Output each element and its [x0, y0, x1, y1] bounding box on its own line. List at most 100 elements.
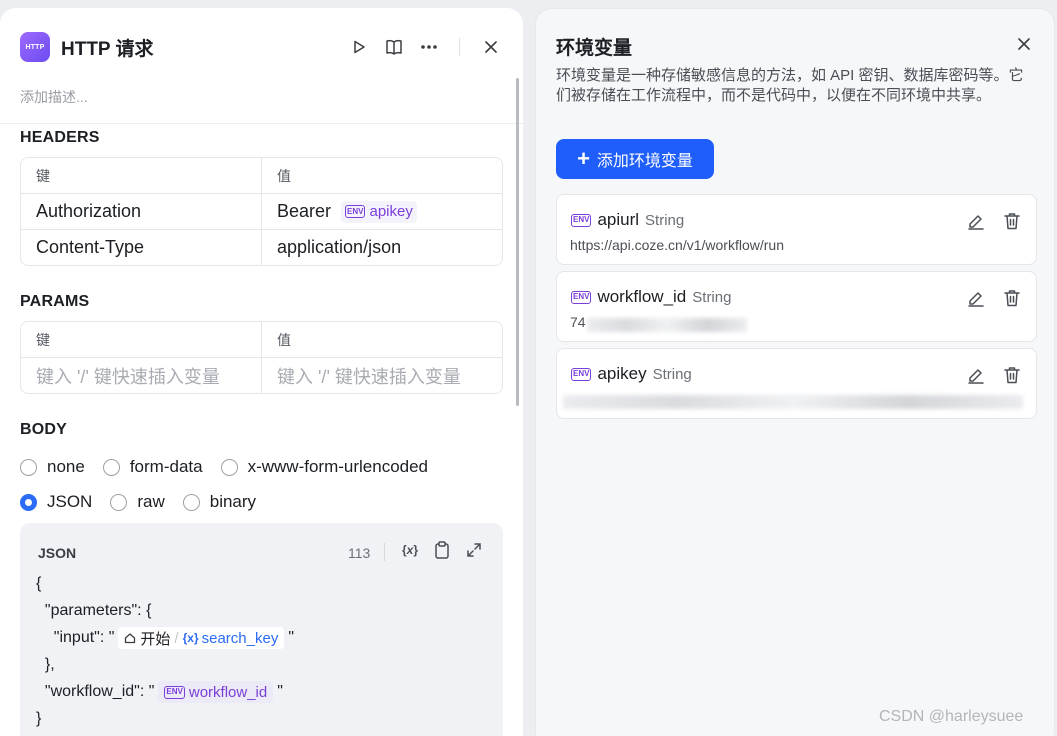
env-icon: ENV: [571, 213, 592, 227]
env-icon: ENV: [571, 290, 592, 304]
radio-label: form-data: [129, 457, 203, 476]
run-icon[interactable]: [347, 35, 371, 59]
variable-header: ENV apikey String: [571, 364, 692, 384]
radio-label: none: [47, 457, 85, 476]
add-env-variable-button[interactable]: + 添加环境变量: [556, 139, 714, 179]
headers-table: 键 值 Authorization Bearer ENV apikey Cont…: [20, 157, 503, 266]
radio-circle: [182, 493, 200, 511]
env-icon: ENV: [345, 205, 366, 218]
code-line: "parameters": {: [36, 602, 152, 619]
value-prefix: Bearer: [277, 201, 332, 221]
param-key-input[interactable]: 键入 '/' 键快速插入变量: [21, 358, 261, 393]
env-variable-tag[interactable]: ENV workflow_id: [158, 681, 274, 703]
delete-icon[interactable]: [1000, 209, 1024, 233]
body-type-options-row2: JSON raw binary: [20, 492, 274, 512]
env-icon: ENV: [164, 685, 185, 699]
variable-actions: [964, 286, 1036, 310]
panel-title: 环境变量: [556, 38, 633, 59]
variable-type: String: [692, 288, 732, 306]
radio-form-data[interactable]: form-data: [102, 457, 203, 477]
radio-label: JSON: [47, 492, 93, 511]
node-name: 开始: [140, 630, 171, 648]
description-input[interactable]: 添加描述...: [20, 87, 88, 107]
clipboard-icon[interactable]: [430, 538, 454, 562]
env-variable-name: apikey: [369, 203, 413, 220]
button-label: 添加环境变量: [596, 153, 693, 170]
radio-circle: [110, 493, 128, 511]
node-variable-tag[interactable]: 开始 / {x} search_key: [118, 627, 285, 649]
key-column-header: 键: [36, 167, 50, 184]
radio-circle: [102, 458, 120, 476]
radio-x-www-form-urlencoded[interactable]: x-www-form-urlencoded: [220, 457, 428, 477]
header-value-input[interactable]: Bearer ENV apikey: [261, 194, 502, 229]
variable-icon: {x}: [182, 631, 199, 645]
close-icon[interactable]: [479, 35, 503, 59]
header-separator: [0, 123, 523, 124]
variable-name: search_key: [201, 629, 279, 647]
radio-circle-selected: [20, 493, 37, 511]
radio-json[interactable]: JSON: [20, 492, 92, 512]
close-icon[interactable]: [1012, 32, 1036, 56]
env-variable-tag[interactable]: ENV apikey: [341, 200, 417, 223]
table-row: Content-Type application/json: [21, 229, 502, 265]
radio-circle: [220, 458, 238, 476]
code-text: "workflow_id": ": [36, 683, 155, 700]
header-key-input[interactable]: Authorization: [21, 194, 261, 229]
redacted-value-blur: [587, 318, 747, 332]
key-column-header: 键: [36, 331, 50, 348]
env-variable-name: workflow_id: [188, 683, 268, 701]
delete-icon[interactable]: [1000, 363, 1024, 387]
insert-variable-icon[interactable]: {x}: [398, 538, 422, 562]
table-header: 键 值: [21, 322, 502, 357]
variable-type: String: [652, 365, 692, 383]
header-divider: [459, 38, 460, 56]
node-title[interactable]: HTTP 请求: [61, 34, 154, 61]
edit-icon[interactable]: [964, 363, 988, 387]
body-title: BODY: [20, 421, 68, 438]
node-header: HTTP HTTP 请求: [20, 32, 503, 62]
params-title: PARAMS: [20, 293, 90, 310]
radio-label: raw: [137, 492, 165, 511]
variable-name: workflow_id: [597, 287, 687, 306]
env-variables-panel: 环境变量 环境变量是一种存储敏感信息的方法，如 API 密钥、数据库密码等。它们…: [535, 8, 1055, 736]
plus-icon: +: [577, 146, 590, 171]
env-variable-card: ENV apikey String: [556, 348, 1037, 419]
radio-circle: [20, 458, 37, 476]
header-key-input[interactable]: Content-Type: [21, 230, 261, 265]
json-editor[interactable]: JSON 113 {x} { "parameters": { "input": …: [20, 523, 503, 736]
variable-header: ENV workflow_id String: [571, 287, 731, 307]
path-separator: /: [174, 629, 179, 647]
radio-raw[interactable]: raw: [110, 492, 165, 512]
param-value-input[interactable]: 键入 '/' 键快速插入变量: [261, 358, 502, 393]
code-line: "input": " 开始 / {x} search_key ": [36, 627, 294, 649]
redacted-value-blur: [563, 395, 1023, 409]
edit-icon[interactable]: [964, 209, 988, 233]
book-icon[interactable]: [382, 35, 406, 59]
radio-none[interactable]: none: [20, 457, 85, 477]
edit-icon[interactable]: [964, 286, 988, 310]
editor-language-label: JSON: [38, 545, 77, 561]
code-text: "input": ": [36, 629, 115, 646]
expand-icon[interactable]: [462, 538, 486, 562]
body-type-options-row1: none form-data x-www-form-urlencoded: [20, 457, 446, 477]
code-line: },: [36, 656, 55, 673]
character-count: 113: [348, 545, 371, 561]
node-actions: [336, 35, 503, 59]
header-value-input[interactable]: application/json: [261, 230, 502, 265]
editor-toolbar-divider: [384, 543, 385, 561]
headers-title: HEADERS: [20, 129, 100, 146]
value-column-header: 值: [261, 322, 502, 357]
env-icon: ENV: [571, 367, 592, 381]
variable-name: apiurl: [597, 210, 640, 229]
more-icon[interactable]: [417, 35, 441, 59]
radio-binary[interactable]: binary: [182, 492, 256, 512]
scrollbar[interactable]: [516, 78, 519, 406]
code-line: }: [36, 710, 42, 727]
env-variable-card: ENV apiurl String https://api.coze.cn/v1…: [556, 194, 1037, 265]
code-line: "workflow_id": " ENV workflow_id ": [36, 681, 283, 703]
table-row: Authorization Bearer ENV apikey: [21, 193, 502, 229]
delete-icon[interactable]: [1000, 286, 1024, 310]
params-table: 键 值 键入 '/' 键快速插入变量 键入 '/' 键快速插入变量: [20, 321, 503, 394]
table-row: 键入 '/' 键快速插入变量 键入 '/' 键快速插入变量: [21, 357, 502, 393]
http-node-panel: HTTP HTTP 请求 添加描述... HEADERS 键 值 Authori…: [0, 8, 523, 736]
